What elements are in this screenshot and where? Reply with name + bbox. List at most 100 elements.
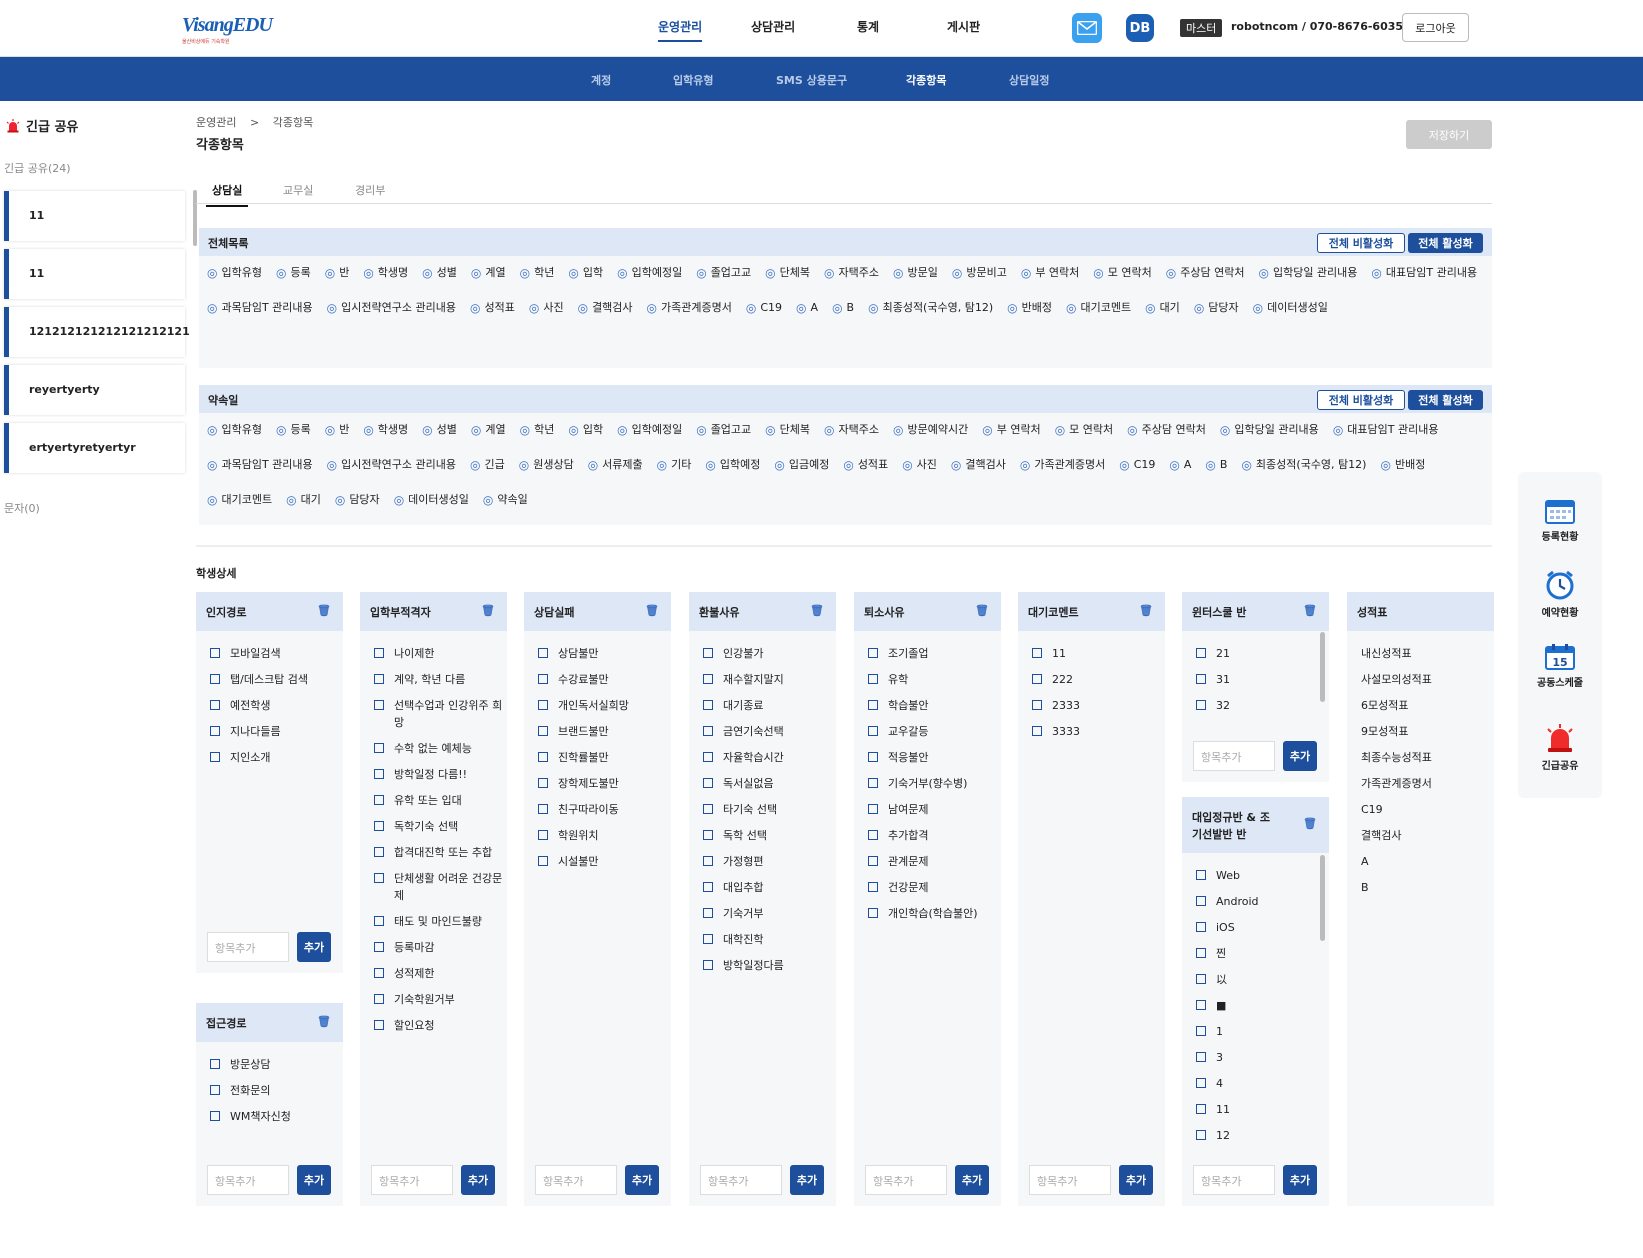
- checkbox[interactable]: [374, 942, 384, 952]
- option-item[interactable]: 개인학습(학습불안): [868, 905, 1001, 922]
- field-chip[interactable]: ◎ 대기: [286, 489, 321, 524]
- eye-icon[interactable]: ◎: [982, 419, 992, 441]
- checkbox[interactable]: [1196, 870, 1206, 880]
- logo[interactable]: VisangEDU 울산비상에듀 기숙학원: [182, 14, 273, 45]
- checkbox[interactable]: [374, 700, 384, 710]
- field-chip[interactable]: ◎ 서류제출: [588, 454, 643, 489]
- nav-board[interactable]: 게시판: [947, 18, 980, 35]
- field-chip[interactable]: ◎ 계열: [471, 419, 506, 454]
- field-chip[interactable]: ◎ 가족관계증명서: [647, 297, 732, 332]
- field-chip[interactable]: ◎ A: [796, 297, 818, 332]
- option-item[interactable]: 기숙학원거부: [374, 991, 507, 1008]
- eye-icon[interactable]: ◎: [1127, 419, 1137, 441]
- checkbox[interactable]: [703, 752, 713, 762]
- checkbox[interactable]: [538, 830, 548, 840]
- eye-icon[interactable]: ◎: [422, 262, 432, 284]
- add-item-input[interactable]: 항목추가: [207, 1165, 289, 1195]
- option-item[interactable]: 지나다들름: [210, 723, 343, 740]
- option-item[interactable]: 독서실없음: [703, 775, 836, 792]
- option-item[interactable]: 전화문의: [210, 1082, 343, 1099]
- field-chip[interactable]: ◎ 반: [325, 262, 350, 297]
- add-item-input[interactable]: 항목추가: [1193, 741, 1275, 771]
- eye-icon[interactable]: ◎: [1119, 454, 1129, 476]
- add-item-input[interactable]: 항목추가: [865, 1165, 947, 1195]
- checkbox[interactable]: [210, 700, 220, 710]
- field-chip[interactable]: ◎ 성적표: [843, 454, 888, 489]
- field-chip[interactable]: ◎ B: [1205, 454, 1227, 489]
- option-item[interactable]: 11: [1196, 1101, 1329, 1118]
- checkbox[interactable]: [703, 778, 713, 788]
- deactivate-all-button[interactable]: 전체 비활성화: [1317, 233, 1405, 253]
- option-item[interactable]: 인강불가: [703, 645, 836, 662]
- field-chip[interactable]: ◎ 성별: [422, 419, 457, 454]
- trash-icon[interactable]: 🗑: [1303, 817, 1317, 830]
- checkbox[interactable]: [1196, 948, 1206, 958]
- field-chip[interactable]: ◎ 자택주소: [824, 262, 879, 297]
- field-chip[interactable]: ◎ 학생명: [363, 262, 408, 297]
- option-item[interactable]: 개인독서실희망: [538, 697, 671, 714]
- checkbox[interactable]: [1032, 726, 1042, 736]
- field-chip[interactable]: ◎ 입학: [568, 262, 603, 297]
- option-item[interactable]: 학원위치: [538, 827, 671, 844]
- option-item[interactable]: 21: [1196, 645, 1329, 662]
- checkbox[interactable]: [210, 1059, 220, 1069]
- eye-icon[interactable]: ◎: [207, 262, 217, 284]
- emergency-item[interactable]: ertyertyretyertyr: [4, 423, 185, 473]
- option-item[interactable]: 지인소개: [210, 749, 343, 766]
- field-chip[interactable]: ◎ 부 연락처: [1021, 262, 1079, 297]
- field-chip[interactable]: ◎ 학년: [520, 419, 555, 454]
- option-item[interactable]: iOS: [1196, 919, 1329, 936]
- eye-icon[interactable]: ◎: [893, 419, 903, 441]
- option-item[interactable]: 2333: [1032, 697, 1165, 714]
- field-chip[interactable]: ◎ 최종성적(국수영, 탐12): [868, 297, 993, 332]
- eye-icon[interactable]: ◎: [529, 297, 539, 319]
- emergency-item[interactable]: reyertyerty: [4, 365, 185, 415]
- option-item[interactable]: 태도 및 마인드불량: [374, 913, 507, 930]
- eye-icon[interactable]: ◎: [207, 297, 217, 319]
- eye-icon[interactable]: ◎: [471, 419, 481, 441]
- field-chip[interactable]: ◎ 방문예약시간: [893, 419, 968, 454]
- option-item[interactable]: 찐: [1196, 945, 1329, 962]
- eye-icon[interactable]: ◎: [363, 262, 373, 284]
- option-item[interactable]: 등록마감: [374, 939, 507, 956]
- trash-icon[interactable]: 🗑: [317, 1015, 331, 1028]
- emergency-item[interactable]: 11: [4, 191, 185, 241]
- field-chip[interactable]: ◎ 과목담임T 관리내용: [207, 297, 313, 332]
- field-chip[interactable]: ◎ 부 연락처: [982, 419, 1040, 454]
- eye-icon[interactable]: ◎: [1066, 297, 1076, 319]
- eye-icon[interactable]: ◎: [207, 489, 217, 511]
- option-item[interactable]: 계약, 학년 다름: [374, 671, 507, 688]
- db-button[interactable]: DB: [1126, 14, 1154, 42]
- checkbox[interactable]: [210, 752, 220, 762]
- eye-icon[interactable]: ◎: [824, 262, 834, 284]
- eye-icon[interactable]: ◎: [705, 454, 715, 476]
- eye-icon[interactable]: ◎: [1241, 454, 1251, 476]
- option-item[interactable]: 방학일정다름: [703, 957, 836, 974]
- option-item[interactable]: 31: [1196, 671, 1329, 688]
- checkbox[interactable]: [1196, 974, 1206, 984]
- nav-operations[interactable]: 운영관리: [658, 18, 703, 42]
- checkbox[interactable]: [868, 648, 878, 658]
- checkbox[interactable]: [210, 648, 220, 658]
- column-scrollbar[interactable]: [1320, 632, 1325, 702]
- checkbox[interactable]: [703, 830, 713, 840]
- checkbox[interactable]: [1196, 674, 1206, 684]
- option-item[interactable]: 단체생활 어려운 건강문제: [374, 870, 507, 904]
- checkbox[interactable]: [210, 1085, 220, 1095]
- checkbox[interactable]: [703, 648, 713, 658]
- checkbox[interactable]: [703, 700, 713, 710]
- checkbox[interactable]: [538, 700, 548, 710]
- checkbox[interactable]: [1196, 1104, 1206, 1114]
- subnav-account[interactable]: 계정: [591, 72, 611, 88]
- add-item-button[interactable]: 추가: [1283, 741, 1317, 771]
- tab-academic[interactable]: 교무실: [283, 182, 313, 198]
- checkbox[interactable]: [868, 908, 878, 918]
- emergency-item[interactable]: 11: [4, 249, 185, 299]
- option-item[interactable]: 유학: [868, 671, 1001, 688]
- field-chip[interactable]: ◎ 모 연락처: [1055, 419, 1113, 454]
- add-item-button[interactable]: 추가: [461, 1165, 495, 1195]
- eye-icon[interactable]: ◎: [327, 454, 337, 476]
- option-item[interactable]: 以: [1196, 971, 1329, 988]
- field-chip[interactable]: ◎ 대표담임T 관리내용: [1371, 262, 1477, 297]
- option-item[interactable]: 남여문제: [868, 801, 1001, 818]
